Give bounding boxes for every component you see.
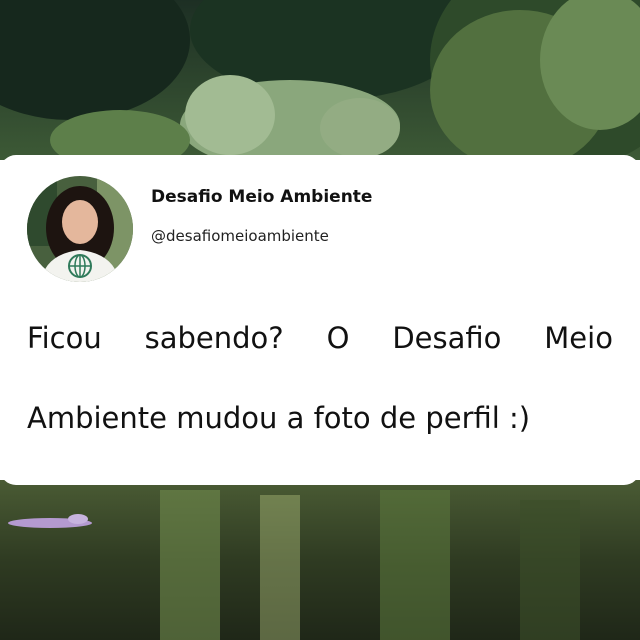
post-word: O bbox=[326, 321, 350, 355]
post-text-line-2: Ambiente mudou a foto de perfil :) bbox=[27, 401, 531, 435]
profile-handle[interactable]: @desafiomeioambiente bbox=[151, 227, 329, 245]
avatar-photo bbox=[27, 176, 133, 282]
post-word: Desafio bbox=[392, 321, 502, 355]
post-word: Meio bbox=[544, 321, 613, 355]
profile-post-card: Desafio Meio Ambiente @desafiomeioambien… bbox=[0, 155, 640, 485]
profile-display-name[interactable]: Desafio Meio Ambiente bbox=[151, 187, 372, 207]
post-word: Ficou bbox=[27, 321, 102, 355]
post-word: sabendo? bbox=[144, 321, 284, 355]
avatar[interactable] bbox=[27, 176, 133, 282]
post-text-line-1: Ficou sabendo? O Desafio Meio bbox=[27, 321, 613, 355]
